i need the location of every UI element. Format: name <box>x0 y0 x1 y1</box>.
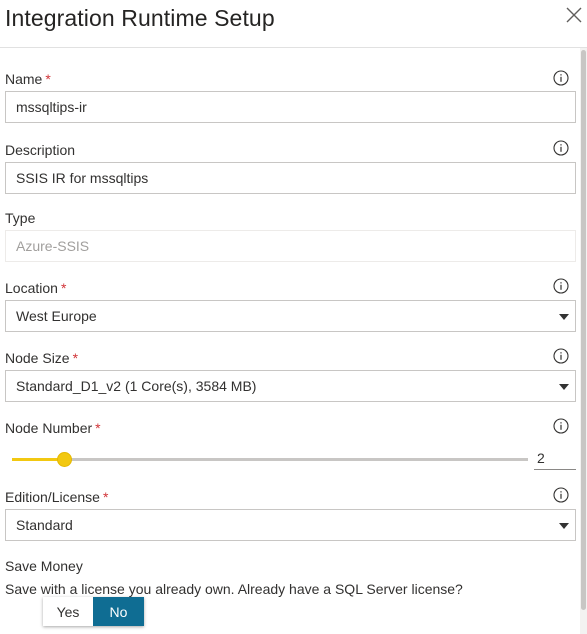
location-value: West Europe <box>16 308 97 324</box>
node-number-value: 2 <box>537 450 545 466</box>
info-icon[interactable] <box>553 278 569 294</box>
edition-label: Edition/License * <box>5 489 108 505</box>
edition-dropdown[interactable]: Standard <box>5 509 576 541</box>
node-size-label: Node Size * <box>5 350 78 366</box>
panel-header: Integration Runtime Setup <box>0 0 587 48</box>
info-icon[interactable] <box>553 70 569 86</box>
edition-value: Standard <box>16 517 73 533</box>
save-money-question: Save with a license you already own. Alr… <box>5 581 463 597</box>
name-label-text: Name <box>5 71 43 87</box>
required-marker: * <box>60 280 67 296</box>
required-marker: * <box>95 420 101 436</box>
description-value: SSIS IR for mssqltips <box>16 170 149 186</box>
location-dropdown[interactable]: West Europe <box>5 300 576 332</box>
chevron-down-icon <box>559 314 569 320</box>
info-icon[interactable] <box>553 487 569 503</box>
license-toggle[interactable]: Yes No <box>43 597 144 626</box>
chevron-down-icon <box>559 523 569 529</box>
location-label-text: Location <box>5 280 58 296</box>
node-size-dropdown[interactable]: Standard_D1_v2 (1 Core(s), 3584 MB) <box>5 370 576 402</box>
page-title: Integration Runtime Setup <box>5 5 275 31</box>
description-input[interactable]: SSIS IR for mssqltips <box>5 162 576 194</box>
node-size-value: Standard_D1_v2 (1 Core(s), 3584 MB) <box>16 378 257 394</box>
integration-runtime-setup-panel: Integration Runtime Setup Name * mssqltip… <box>0 0 587 634</box>
info-icon[interactable] <box>553 140 569 156</box>
required-marker: * <box>45 71 51 87</box>
description-label-text: Description <box>5 142 76 158</box>
type-label: Type <box>5 210 35 226</box>
chevron-down-icon <box>559 384 569 390</box>
scrollbar-thumb[interactable] <box>581 50 586 610</box>
node-number-input[interactable]: 2 <box>534 448 576 470</box>
toggle-no-button[interactable]: No <box>93 597 144 626</box>
name-value: mssqltips-ir <box>16 99 87 115</box>
slider-thumb[interactable] <box>56 452 72 467</box>
type-label-text: Type <box>5 210 36 226</box>
save-money-label: Save Money <box>5 558 83 574</box>
edition-label-text: Edition/License <box>5 489 100 505</box>
save-money-label-text: Save Money <box>5 558 83 574</box>
info-icon[interactable] <box>553 418 569 434</box>
slider-fill <box>12 458 64 461</box>
node-number-slider-track[interactable] <box>12 458 528 461</box>
name-label: Name * <box>5 71 51 87</box>
scrollbar[interactable] <box>580 48 587 634</box>
required-marker: * <box>102 489 109 505</box>
close-icon[interactable] <box>565 6 583 24</box>
description-label: Description <box>5 142 75 158</box>
name-input[interactable]: mssqltips-ir <box>5 91 576 123</box>
node-size-label-text: Node Size <box>5 350 70 366</box>
node-number-label: Node Number * <box>5 420 101 436</box>
node-number-label-text: Node Number <box>5 420 93 436</box>
toggle-yes-button[interactable]: Yes <box>43 597 93 626</box>
required-marker: * <box>72 350 79 366</box>
type-value: Azure-SSIS <box>16 238 90 254</box>
info-icon[interactable] <box>553 348 569 364</box>
location-label: Location * <box>5 280 66 296</box>
type-input: Azure-SSIS <box>5 230 576 262</box>
